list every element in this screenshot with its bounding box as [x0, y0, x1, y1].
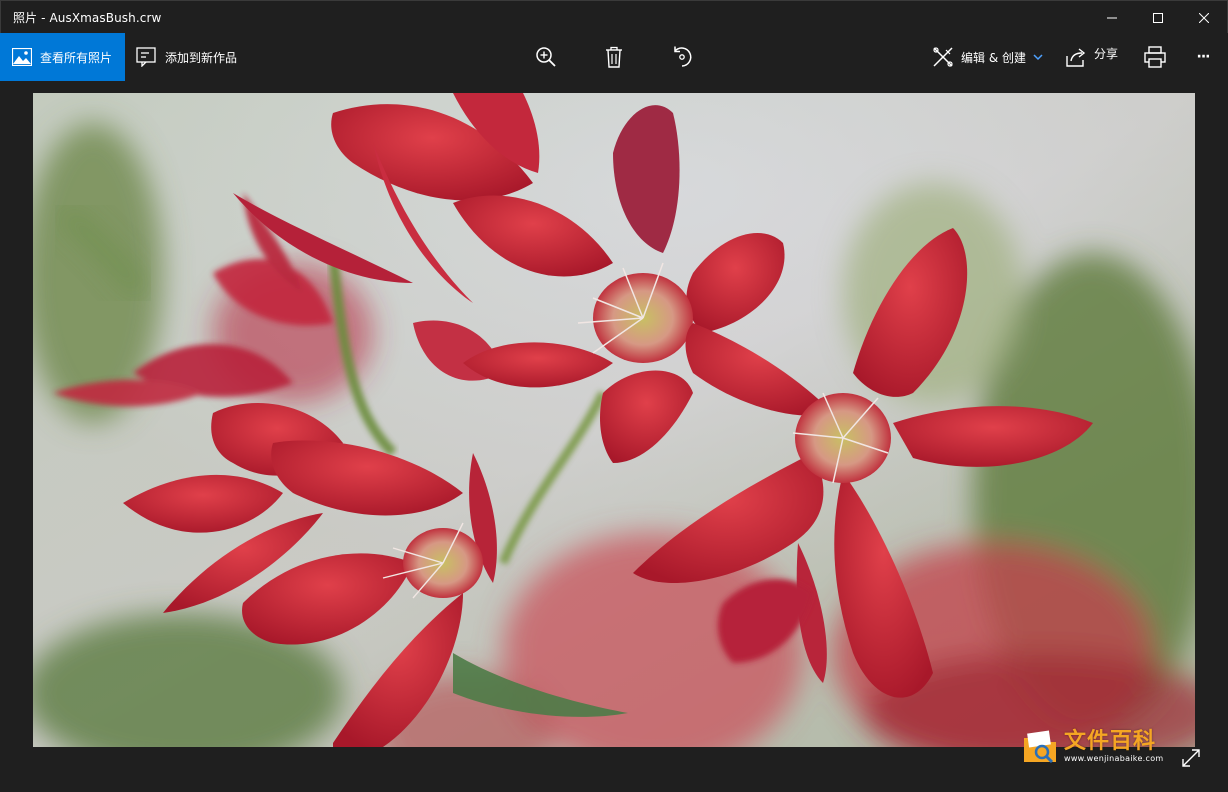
rotate-button[interactable]	[668, 43, 696, 71]
maximize-button[interactable]	[1135, 1, 1181, 34]
trash-icon	[606, 46, 622, 68]
fullscreen-button[interactable]	[1178, 745, 1204, 771]
edit-create-icon	[933, 47, 953, 67]
watermark-url: www.wenjinabaike.com	[1064, 754, 1164, 763]
delete-button[interactable]	[600, 43, 628, 71]
zoom-button[interactable]	[532, 43, 560, 71]
chevron-down-icon	[1033, 54, 1043, 61]
printer-icon	[1144, 46, 1166, 68]
view-all-photos-button[interactable]: 查看所有照片	[0, 33, 125, 81]
edit-create-label: 编辑 & 创建	[961, 50, 1026, 65]
add-to-creation-button[interactable]: 添加到新作品	[136, 33, 237, 81]
more-options-button[interactable]: ···	[1189, 43, 1217, 71]
flower-photo	[33, 93, 1195, 747]
toolbar: 查看所有照片 添加到新作品 编辑 & 创建 分享 ···	[0, 33, 1228, 81]
minimize-icon	[1107, 17, 1117, 18]
maximize-icon	[1153, 12, 1163, 23]
zoom-in-icon	[536, 47, 556, 67]
watermark: 文件百科 www.wenjinabaike.com	[1022, 729, 1164, 765]
add-to-creation-label: 添加到新作品	[165, 50, 238, 65]
share-button[interactable]: 分享	[1066, 33, 1118, 81]
view-all-photos-label: 查看所有照片	[40, 50, 113, 65]
add-creation-icon	[136, 47, 156, 67]
more-options-label: ···	[1196, 49, 1211, 65]
window-title: 照片 - AusXmasBush.crw	[13, 11, 162, 25]
print-button[interactable]	[1141, 43, 1169, 71]
photo-viewer[interactable]	[33, 93, 1195, 747]
title-bar: 照片 - AusXmasBush.crw	[0, 0, 1228, 33]
rotate-icon	[674, 46, 692, 67]
folder-logo-icon	[1024, 730, 1056, 764]
minimize-button[interactable]	[1089, 1, 1135, 34]
close-icon	[1199, 12, 1209, 23]
share-label: 分享	[1094, 46, 1119, 61]
share-icon	[1066, 48, 1086, 67]
expand-icon	[1182, 749, 1200, 767]
edit-create-button[interactable]: 编辑 & 创建	[932, 33, 1043, 81]
close-button[interactable]	[1181, 1, 1227, 34]
photo-icon	[12, 48, 32, 66]
watermark-title: 文件百科	[1064, 729, 1157, 754]
